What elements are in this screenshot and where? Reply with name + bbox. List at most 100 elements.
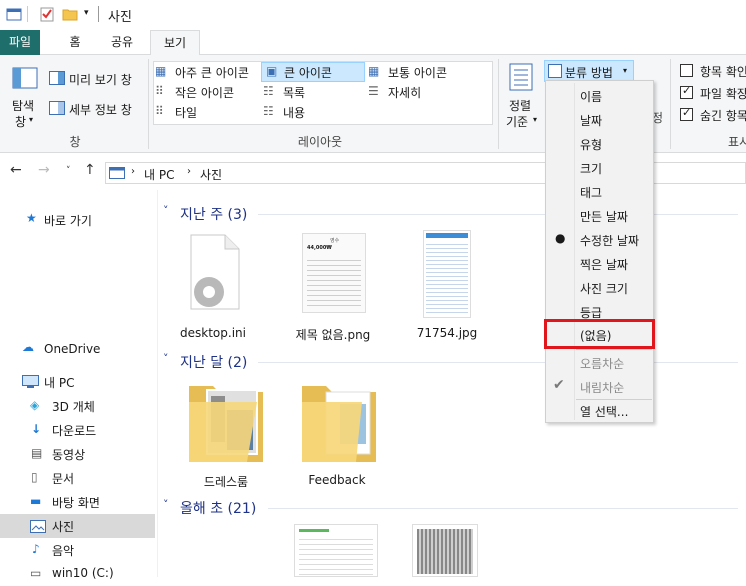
layout-option-label: 타일 xyxy=(175,106,198,120)
music-note-icon: ♪ xyxy=(32,542,40,556)
tiles-icon: ⠿ xyxy=(155,104,164,118)
panes-group-label: 창 xyxy=(69,135,81,149)
navigation-pane-label-2: 창 xyxy=(15,115,27,129)
group-collapse-chevron-icon[interactable]: ˅ xyxy=(163,498,169,511)
group-by-button[interactable]: 분류 방법 ▾ xyxy=(544,60,634,82)
layout-medium-icons[interactable]: ▦ 보통 아이콘 xyxy=(368,63,488,82)
preview-pane-button[interactable]: 미리 보기 창 xyxy=(49,69,141,89)
layout-list[interactable]: ☷ 목록 xyxy=(263,83,363,102)
bullet-icon: ● xyxy=(555,231,566,245)
large-icons-icon: ▣ xyxy=(266,64,278,78)
file-extensions-toggle[interactable]: ✓ 파일 확장 xyxy=(678,84,746,103)
computer-icon xyxy=(22,375,39,388)
layout-content[interactable]: ☷ 내용 xyxy=(263,103,363,122)
layout-details[interactable]: ☰ 자세히 xyxy=(368,83,488,102)
sidebar-item-this-pc[interactable]: 내 PC xyxy=(0,370,158,394)
new-folder-icon[interactable] xyxy=(62,6,78,22)
sort-by-button[interactable]: 정렬 기준 ▾ xyxy=(503,61,541,129)
extensions-label: 파일 확장 xyxy=(700,87,746,101)
hidden-items-toggle[interactable]: ✓ 숨긴 항목 xyxy=(678,106,746,125)
menu-item-tags[interactable]: 태그 xyxy=(546,180,653,204)
folder-item[interactable]: Feedback xyxy=(292,380,382,490)
sidebar-item-downloads[interactable]: ↓ 다운로드 xyxy=(0,418,158,442)
layout-tiles[interactable]: ⠿ 타일 xyxy=(155,103,259,122)
small-icons-icon: ⠿ xyxy=(155,84,164,98)
item-checkboxes-toggle[interactable]: 항목 확인 xyxy=(678,63,746,81)
sidebar-item-documents[interactable]: ▯ 문서 xyxy=(0,466,158,490)
group-collapse-chevron-icon[interactable]: ˅ xyxy=(163,204,169,217)
group-divider xyxy=(268,508,738,509)
sidebar-item-pictures[interactable]: 사진 xyxy=(0,514,155,538)
screenshot-thumbnail xyxy=(423,230,471,318)
tab-file[interactable]: 파일 xyxy=(0,30,40,55)
tab-view[interactable]: 보기 xyxy=(150,30,200,56)
sort-by-label-2: 기준 xyxy=(506,115,529,129)
properties-icon[interactable] xyxy=(39,6,55,22)
layout-extra-large-icons[interactable]: ▦ 아주 큰 아이콘 xyxy=(155,63,259,82)
menu-item-size[interactable]: 크기 xyxy=(546,156,653,180)
layout-option-label: 자세히 xyxy=(388,86,422,100)
pictures-folder-icon xyxy=(109,167,125,179)
sidebar-item-videos[interactable]: ▤ 동영상 xyxy=(0,442,158,466)
list-icon: ☷ xyxy=(263,84,274,98)
tab-home[interactable]: 홈 xyxy=(57,30,93,55)
ribbon-separator xyxy=(670,59,671,149)
recent-locations-chevron-icon[interactable]: ˅ xyxy=(66,166,71,176)
sidebar-item-3d-objects[interactable]: ◈ 3D 개체 xyxy=(0,394,158,418)
details-pane-button[interactable]: 세부 정보 창 xyxy=(49,99,141,119)
forward-arrow-icon[interactable]: → xyxy=(38,162,50,178)
tab-share[interactable]: 공유 xyxy=(104,30,140,55)
menu-item-choose-columns[interactable]: 열 선택... xyxy=(546,399,653,423)
file-item[interactable]: 영수 44,000₩ 제목 없음.png xyxy=(288,230,378,345)
group-collapse-chevron-icon[interactable]: ˅ xyxy=(163,352,169,365)
sidebar-item-label: OneDrive xyxy=(44,342,101,356)
group-header[interactable]: 지난 달 (2) xyxy=(180,352,247,372)
menu-item-label: 사진 크기 xyxy=(580,282,628,296)
layout-small-icons[interactable]: ⠿ 작은 아이콘 xyxy=(155,83,259,102)
menu-item-name[interactable]: 이름 xyxy=(546,84,653,108)
sidebar-item-label: 동영상 xyxy=(52,448,86,462)
file-item[interactable]: 71754.jpg xyxy=(402,230,492,345)
sidebar-item-label: 사진 xyxy=(52,520,75,534)
sidebar-item-music[interactable]: ♪ 음악 xyxy=(0,538,158,562)
sidebar-item-onedrive[interactable]: ☁ OneDrive xyxy=(0,338,158,362)
menu-separator xyxy=(576,349,652,350)
title-separator xyxy=(27,6,28,22)
folder-item[interactable]: 드레스룸 xyxy=(181,380,271,490)
file-thumbnail-partial[interactable] xyxy=(412,524,478,577)
navigation-pane-label: 탐색 xyxy=(12,99,35,113)
thumb-amount: 44,000₩ xyxy=(307,245,332,251)
menu-item-type[interactable]: 유형 xyxy=(546,132,653,156)
menu-item-date-created[interactable]: 만든 날짜 xyxy=(546,204,653,228)
menu-item-descending[interactable]: ✔ 내림차순 xyxy=(546,375,653,399)
sidebar-item-drive-c[interactable]: ▭ win10 (C:) xyxy=(0,562,158,586)
file-item[interactable]: desktop.ini xyxy=(168,230,258,345)
menu-item-date-modified[interactable]: ● 수정한 날짜 xyxy=(546,228,653,252)
quick-access-dropdown-icon[interactable]: ▾ xyxy=(84,8,89,18)
menu-item-dimensions[interactable]: 사진 크기 xyxy=(546,276,653,300)
details-pane-label: 세부 정보 창 xyxy=(69,103,132,117)
preview-pane-label: 미리 보기 창 xyxy=(69,73,132,87)
breadcrumb-this-pc[interactable]: 내 PC xyxy=(144,166,174,183)
sidebar-item-quick-access[interactable]: ★ 바로 가기 xyxy=(0,208,158,232)
navigation-pane-button[interactable]: 탐색 창 ▾ xyxy=(4,59,44,129)
menu-item-ascending[interactable]: 오름차순 xyxy=(546,351,653,375)
menu-item-date-taken[interactable]: 찍은 날짜 xyxy=(546,252,653,276)
thumb-accent xyxy=(299,529,329,532)
layout-large-icons[interactable]: ▣ 큰 아이콘 xyxy=(261,62,365,82)
menu-item-label: 유형 xyxy=(580,138,603,152)
folder-with-document-icon xyxy=(302,386,376,462)
group-header[interactable]: 올해 초 (21) xyxy=(180,498,256,518)
thumb-title: 영수 xyxy=(330,238,340,244)
chevron-down-icon: ▾ xyxy=(623,66,628,75)
back-arrow-icon[interactable]: ← xyxy=(10,162,22,178)
breadcrumb-pictures[interactable]: 사진 xyxy=(200,166,222,183)
group-header[interactable]: 지난 주 (3) xyxy=(180,204,247,224)
file-thumbnail-partial[interactable] xyxy=(294,524,378,577)
menu-item-label: 이름 xyxy=(580,90,603,104)
menu-item-none[interactable]: (없음) xyxy=(544,319,655,349)
up-arrow-icon[interactable]: ↑ xyxy=(84,162,96,178)
pictures-icon xyxy=(30,520,46,533)
sidebar-item-desktop[interactable]: ▬ 바탕 화면 xyxy=(0,490,158,514)
menu-item-date[interactable]: 날짜 xyxy=(546,108,653,132)
